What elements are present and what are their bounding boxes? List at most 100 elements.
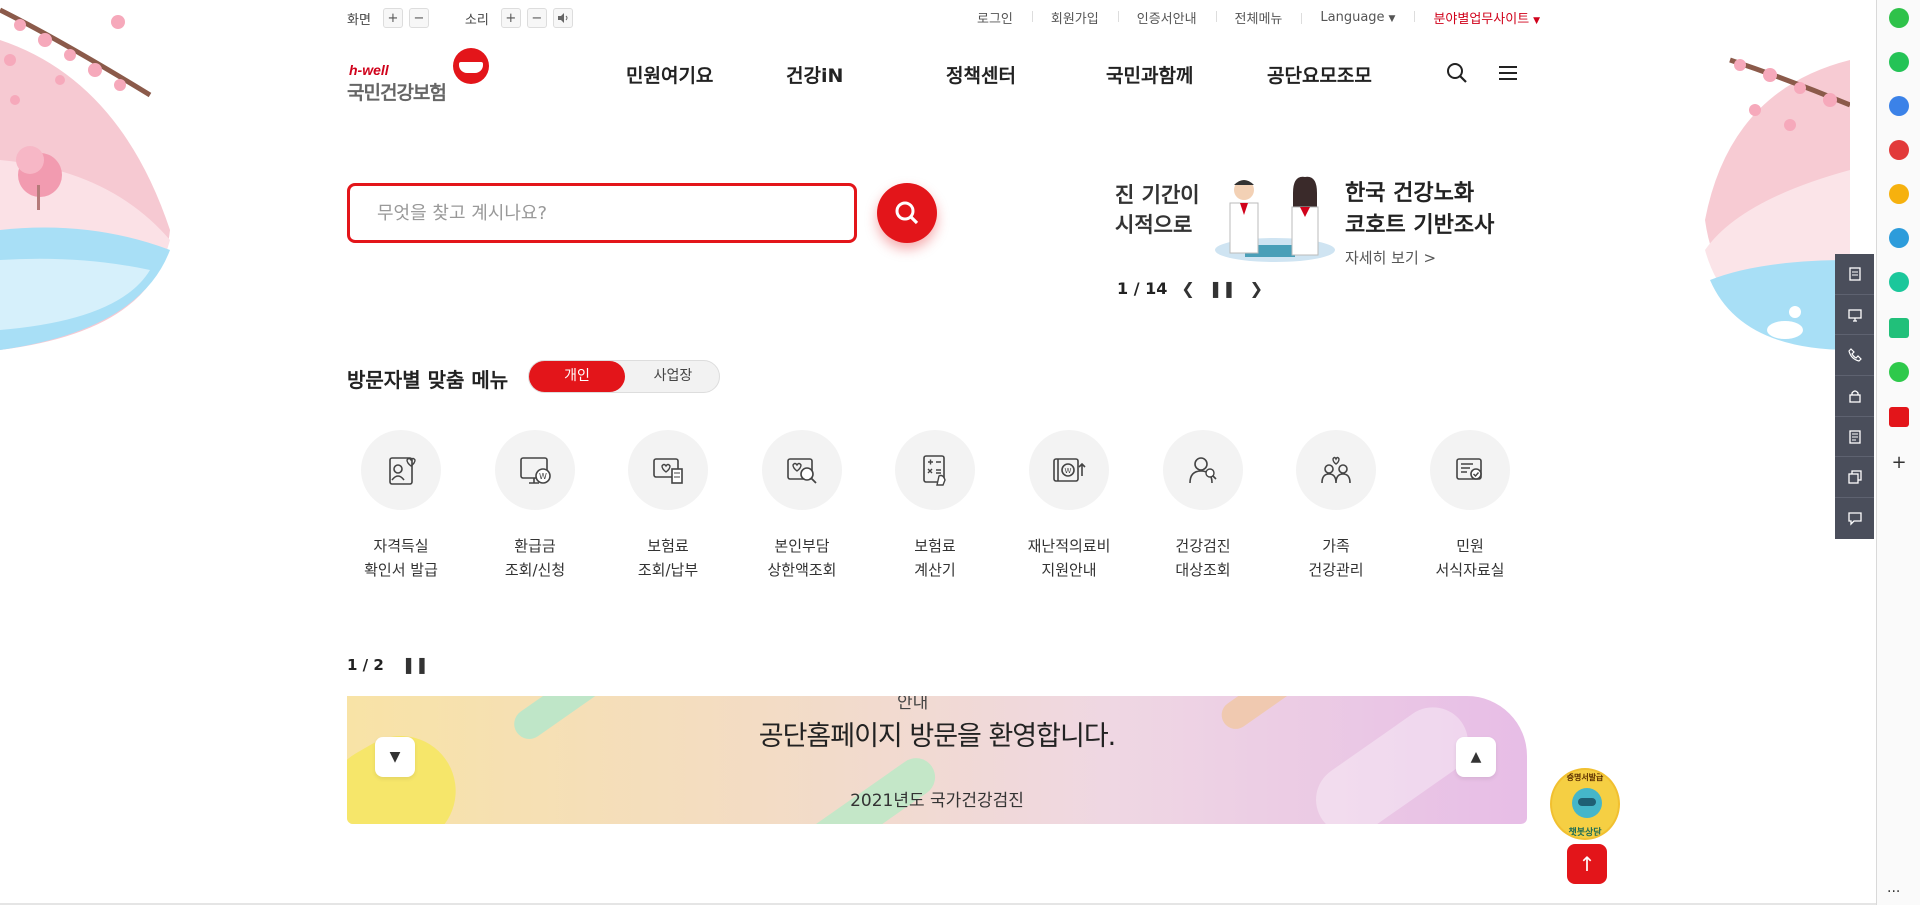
app-shortcut-icon[interactable]: [1889, 8, 1909, 28]
app-shortcut-icon[interactable]: [1889, 272, 1909, 292]
app-shortcut-icon[interactable]: [1889, 96, 1909, 116]
cherry-blossom-decoration-right: [1705, 57, 1850, 350]
tab-personal[interactable]: 개인: [529, 361, 625, 392]
language-label: Language: [1320, 10, 1385, 25]
copy-icon: [1847, 470, 1862, 484]
quick-menu-item[interactable]: 가족 건강관리: [1269, 430, 1403, 582]
robot-icon: [1572, 788, 1602, 818]
chatbot-top-text: 증명서발급: [1566, 773, 1604, 782]
checkup-target-icon: [1189, 457, 1217, 484]
quick-bar-item[interactable]: [1835, 498, 1874, 539]
quick-bar-item[interactable]: [1835, 254, 1874, 295]
quick-menu-item[interactable]: 보험료 계산기: [868, 430, 1002, 582]
list-document-icon: [1848, 429, 1861, 444]
app-shortcut-icon[interactable]: [1889, 184, 1909, 204]
promo-banner[interactable]: 진 기간이 시적으로 한국 건강노화 코호트 기반조사 자세히 보기 >: [1115, 175, 1530, 275]
quick-bar-item[interactable]: [1835, 295, 1874, 336]
sound-up-button[interactable]: +: [500, 8, 521, 28]
svg-text:W: W: [539, 472, 547, 481]
search-icon[interactable]: [1444, 60, 1470, 86]
visitor-menu-title: 방문자별 맞춤 메뉴: [347, 368, 509, 392]
screen-zoom-in-button[interactable]: +: [382, 8, 403, 28]
chevron-up-icon[interactable]: ▲: [1456, 737, 1496, 777]
pause-icon[interactable]: ❚❚: [402, 655, 429, 674]
banner-title: 한국 건강노화 코호트 기반조사: [1345, 181, 1495, 238]
screen-zoom-label: 화면: [347, 12, 371, 28]
pause-icon[interactable]: ❚❚: [1209, 279, 1236, 298]
language-select[interactable]: Language ▼: [1301, 10, 1414, 25]
notice-banner[interactable]: 안내 공단홈페이지 방문을 환영합니다. 2021년도 국가건강검진 ▼ ▲: [347, 696, 1527, 824]
chevron-left-icon[interactable]: ❮: [1181, 279, 1194, 298]
caret-down-icon: ▼: [1388, 14, 1396, 24]
refund-icon: W: [520, 457, 551, 484]
hamburger-menu-icon[interactable]: [1495, 60, 1521, 86]
logo-name: 국민건강보험: [347, 82, 447, 104]
quick-bar-item[interactable]: [1835, 376, 1874, 417]
notice-next-text: 2021년도 국가건강검진: [850, 791, 1024, 811]
quick-menu-item[interactable]: 민원 서식자료실: [1403, 430, 1537, 582]
app-shortcut-icon[interactable]: [1889, 407, 1909, 427]
calculator-icon: [923, 455, 946, 486]
scroll-top-button[interactable]: ↑: [1567, 844, 1607, 884]
quick-menu-item[interactable]: W 환급금 조회/신청: [468, 430, 602, 582]
logo-brand: h-well: [349, 62, 389, 78]
chevron-right-icon[interactable]: ❯: [1250, 279, 1263, 298]
quick-side-bar: [1835, 254, 1874, 539]
quick-bar-item[interactable]: [1835, 417, 1874, 458]
search-icon: [895, 201, 919, 225]
sound-label: 소리: [464, 12, 489, 28]
caret-down-icon: ▼: [1533, 16, 1541, 26]
chatbot-button[interactable]: 증명서발급 챗봇상담: [1550, 768, 1620, 840]
quick-menu-item[interactable]: 본인부담 상한액조회: [735, 430, 869, 582]
tab-business[interactable]: 사업장: [625, 361, 721, 392]
add-app-icon[interactable]: +: [1889, 452, 1909, 473]
app-shortcut-icon[interactable]: [1889, 362, 1909, 382]
doctors-illustration-icon: [1215, 176, 1335, 262]
notice-pagination: 1 / 2 ❚❚: [347, 655, 429, 674]
nav-about-nhis[interactable]: 공단요모조모: [1267, 61, 1372, 88]
quick-bar-item[interactable]: [1835, 457, 1874, 499]
notice-headline: 공단홈페이지 방문을 환영합니다.: [758, 721, 1117, 752]
quick-menu-item[interactable]: 건강검진 대상조회: [1136, 430, 1270, 582]
arrow-up-icon: ↑: [1578, 852, 1596, 876]
more-options-icon[interactable]: ···: [1887, 884, 1900, 900]
banner-more-link[interactable]: 자세히 보기 >: [1345, 247, 1436, 268]
certificate-guide-link[interactable]: 인증서안내: [1117, 8, 1216, 27]
quick-menu-item[interactable]: 자격득실 확인서 발급: [334, 430, 468, 582]
app-shortcut-icon[interactable]: [1889, 318, 1909, 338]
certificate-icon: [389, 457, 416, 485]
quick-bar-item[interactable]: [1835, 335, 1874, 377]
app-shortcut-icon[interactable]: [1889, 52, 1909, 72]
screen-zoom-out-button[interactable]: −: [408, 8, 429, 28]
premium-payment-icon: [653, 458, 683, 484]
speaker-icon[interactable]: [552, 8, 573, 28]
notice-previous-text: 안내: [897, 696, 929, 713]
signup-link[interactable]: 회원가입: [1031, 8, 1118, 27]
logo-mark-icon: [453, 48, 489, 84]
banner-pagination: 1 / 14 ❮ ❚❚ ❯: [1117, 279, 1263, 298]
nav-policy-center[interactable]: 정책센터: [946, 61, 1016, 88]
nhis-logo[interactable]: h-well 국민건강보험: [347, 48, 497, 104]
quick-menu-item[interactable]: 보험료 조회/납부: [601, 430, 735, 582]
chat-bubble-icon: [1847, 512, 1862, 527]
all-menu-link[interactable]: 전체메뉴: [1215, 8, 1302, 27]
app-shortcut-icon[interactable]: [1889, 228, 1909, 248]
visitor-type-toggle: 개인 사업장: [528, 360, 720, 393]
document-print-icon: [1848, 267, 1861, 281]
lock-icon: [1848, 390, 1861, 403]
app-shortcut-icon[interactable]: [1889, 140, 1909, 160]
search-button[interactable]: [877, 183, 937, 243]
banner-previous-slide: 진 기간이 시적으로: [1115, 183, 1200, 237]
quick-menu-item[interactable]: W 재난적의료비 지원안내: [1002, 430, 1136, 582]
nav-health-in[interactable]: 건강iN: [786, 61, 843, 88]
field-sites-label: 분야별업무사이트: [1433, 12, 1530, 27]
notice-counter: 1 / 2: [347, 655, 384, 674]
chevron-down-icon[interactable]: ▼: [375, 737, 415, 777]
login-link[interactable]: 로그인: [958, 8, 1032, 27]
nav-civil-service[interactable]: 민원여기요: [626, 61, 713, 88]
nav-with-citizens[interactable]: 국민과함께: [1106, 61, 1193, 88]
search-input[interactable]: [350, 186, 854, 240]
sound-down-button[interactable]: −: [526, 8, 547, 28]
accessibility-controls: 화면 + − 소리 + −: [347, 8, 573, 28]
field-sites-select[interactable]: 분야별업무사이트 ▼: [1414, 8, 1559, 27]
